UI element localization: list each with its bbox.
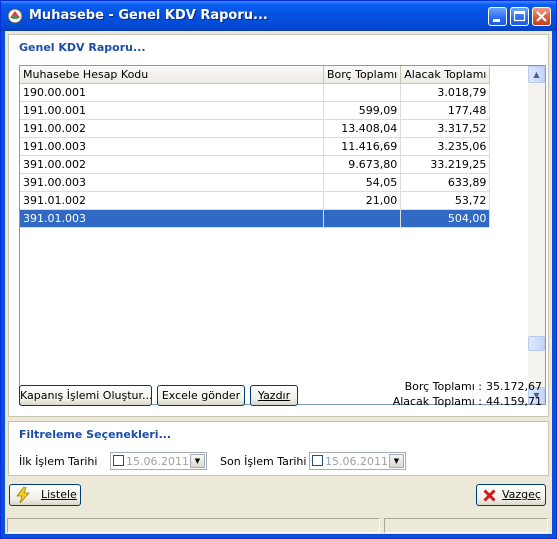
vertical-scrollbar[interactable]: ▲ ▼	[528, 66, 545, 404]
report-group: Genel KDV Raporu... Muhasebe Hesap Kodu …	[8, 34, 549, 417]
minimize-button[interactable]	[488, 7, 507, 26]
table-row[interactable]: 191.00.003 11.416,69 3.235,06	[20, 137, 491, 156]
cell-borc: 599,09	[323, 101, 402, 120]
cell-alacak: 33.219,25	[400, 155, 491, 174]
listele-button[interactable]: Listele	[9, 484, 81, 506]
cell-code: 190.00.001	[20, 83, 324, 102]
close-button[interactable]	[532, 7, 551, 26]
column-header-alacak[interactable]: Alacak Toplamı	[400, 66, 491, 84]
report-group-title: Genel KDV Raporu...	[19, 41, 146, 54]
cell-borc: 21,00	[323, 191, 402, 210]
cell-alacak: 177,48	[400, 101, 491, 120]
table-row[interactable]: 191.00.002 13.408,04 3.317,52	[20, 119, 491, 138]
end-date-picker[interactable]: 15.06.2011 ▼	[309, 452, 406, 470]
cell-alacak: 504,00	[400, 209, 491, 228]
end-date-label: Son İşlem Tarihi	[220, 455, 307, 468]
cell-borc: 13.408,04	[323, 119, 402, 138]
cell-code: 391.00.002	[20, 155, 324, 174]
calendar-dropdown-icon[interactable]: ▼	[389, 454, 404, 468]
table-row[interactable]: 391.01.002 21,00 53,72	[20, 191, 491, 210]
cell-alacak: 633,89	[400, 173, 491, 192]
grid-header-row: Muhasebe Hesap Kodu Borç Toplamı Alacak …	[20, 66, 491, 84]
start-date-label: İlk İşlem Tarihi	[19, 455, 98, 468]
cell-alacak: 3.018,79	[400, 83, 491, 102]
cell-alacak: 3.235,06	[400, 137, 491, 156]
borc-total-value: 35.172,67	[486, 380, 542, 393]
red-x-icon	[483, 489, 496, 502]
print-button[interactable]: Yazdır	[250, 385, 298, 406]
calendar-dropdown-icon[interactable]: ▼	[190, 454, 205, 468]
vazgec-button[interactable]: Vazgeç	[476, 484, 546, 506]
table-row-selected[interactable]: 391.01.003 504,00	[20, 209, 491, 228]
cell-borc: 11.416,69	[323, 137, 402, 156]
cell-code: 191.00.003	[20, 137, 324, 156]
dialog-client-area: Genel KDV Raporu... Muhasebe Hesap Kodu …	[5, 31, 552, 534]
status-pane-secondary	[384, 518, 548, 533]
column-header-borc[interactable]: Borç Toplamı	[323, 66, 402, 84]
vazgec-label: Vazgeç	[502, 488, 541, 501]
cell-code: 191.00.001	[20, 101, 324, 120]
cell-code: 391.00.003	[20, 173, 324, 192]
start-date-picker[interactable]: 15.06.2011 ▼	[110, 452, 207, 470]
app-icon	[7, 8, 23, 24]
cell-borc: 9.673,80	[323, 155, 402, 174]
column-header-code[interactable]: Muhasebe Hesap Kodu	[20, 66, 324, 84]
end-date-checkbox[interactable]	[312, 455, 323, 466]
start-date-checkbox[interactable]	[113, 455, 124, 466]
cell-code: 391.01.002	[20, 191, 324, 210]
borc-total-label: Borç Toplamı :	[404, 380, 482, 393]
cell-code: 391.01.003	[20, 209, 324, 228]
end-date-value: 15.06.2011	[325, 455, 388, 468]
app-window: Muhasebe - Genel KDV Raporu... Genel KDV…	[0, 0, 557, 539]
filter-group: Filtreleme Seçenekleri... İlk İşlem Tari…	[8, 421, 549, 476]
excel-export-button[interactable]: Excele gönder	[157, 385, 245, 406]
scroll-up-icon[interactable]: ▲	[528, 66, 545, 83]
cell-borc: 54,05	[323, 173, 402, 192]
alacak-total-label: Alacak Toplamı :	[392, 395, 482, 408]
cell-alacak: 53,72	[400, 191, 491, 210]
status-pane-main	[7, 518, 380, 533]
filter-group-title: Filtreleme Seçenekleri...	[19, 428, 172, 441]
cell-borc	[323, 209, 402, 228]
table-row[interactable]: 190.00.001 3.018,79	[20, 83, 491, 102]
close-icon	[536, 11, 547, 22]
cell-borc	[323, 83, 402, 102]
cell-code: 191.00.002	[20, 119, 324, 138]
status-bar	[5, 515, 552, 534]
start-date-value: 15.06.2011	[126, 455, 189, 468]
alacak-total-value: 44.159,71	[486, 395, 542, 408]
kapanis-islemi-button[interactable]: Kapanış İşlemi Oluştur...	[19, 385, 153, 406]
table-row[interactable]: 391.00.003 54,05 633,89	[20, 173, 491, 192]
minimize-icon	[493, 19, 500, 22]
cell-alacak: 3.317,52	[400, 119, 491, 138]
listele-label: Listele	[41, 488, 77, 501]
table-row[interactable]: 191.00.001 599,09 177,48	[20, 101, 491, 120]
report-table: Muhasebe Hesap Kodu Borç Toplamı Alacak …	[20, 66, 491, 228]
maximize-button[interactable]	[510, 7, 529, 26]
scroll-thumb[interactable]	[528, 336, 545, 351]
window-title: Muhasebe - Genel KDV Raporu...	[29, 8, 268, 23]
maximize-icon	[513, 10, 526, 22]
title-bar[interactable]: Muhasebe - Genel KDV Raporu...	[1, 1, 556, 31]
lightning-icon	[16, 487, 30, 503]
table-row[interactable]: 391.00.002 9.673,80 33.219,25	[20, 155, 491, 174]
report-grid[interactable]: Muhasebe Hesap Kodu Borç Toplamı Alacak …	[19, 65, 546, 405]
